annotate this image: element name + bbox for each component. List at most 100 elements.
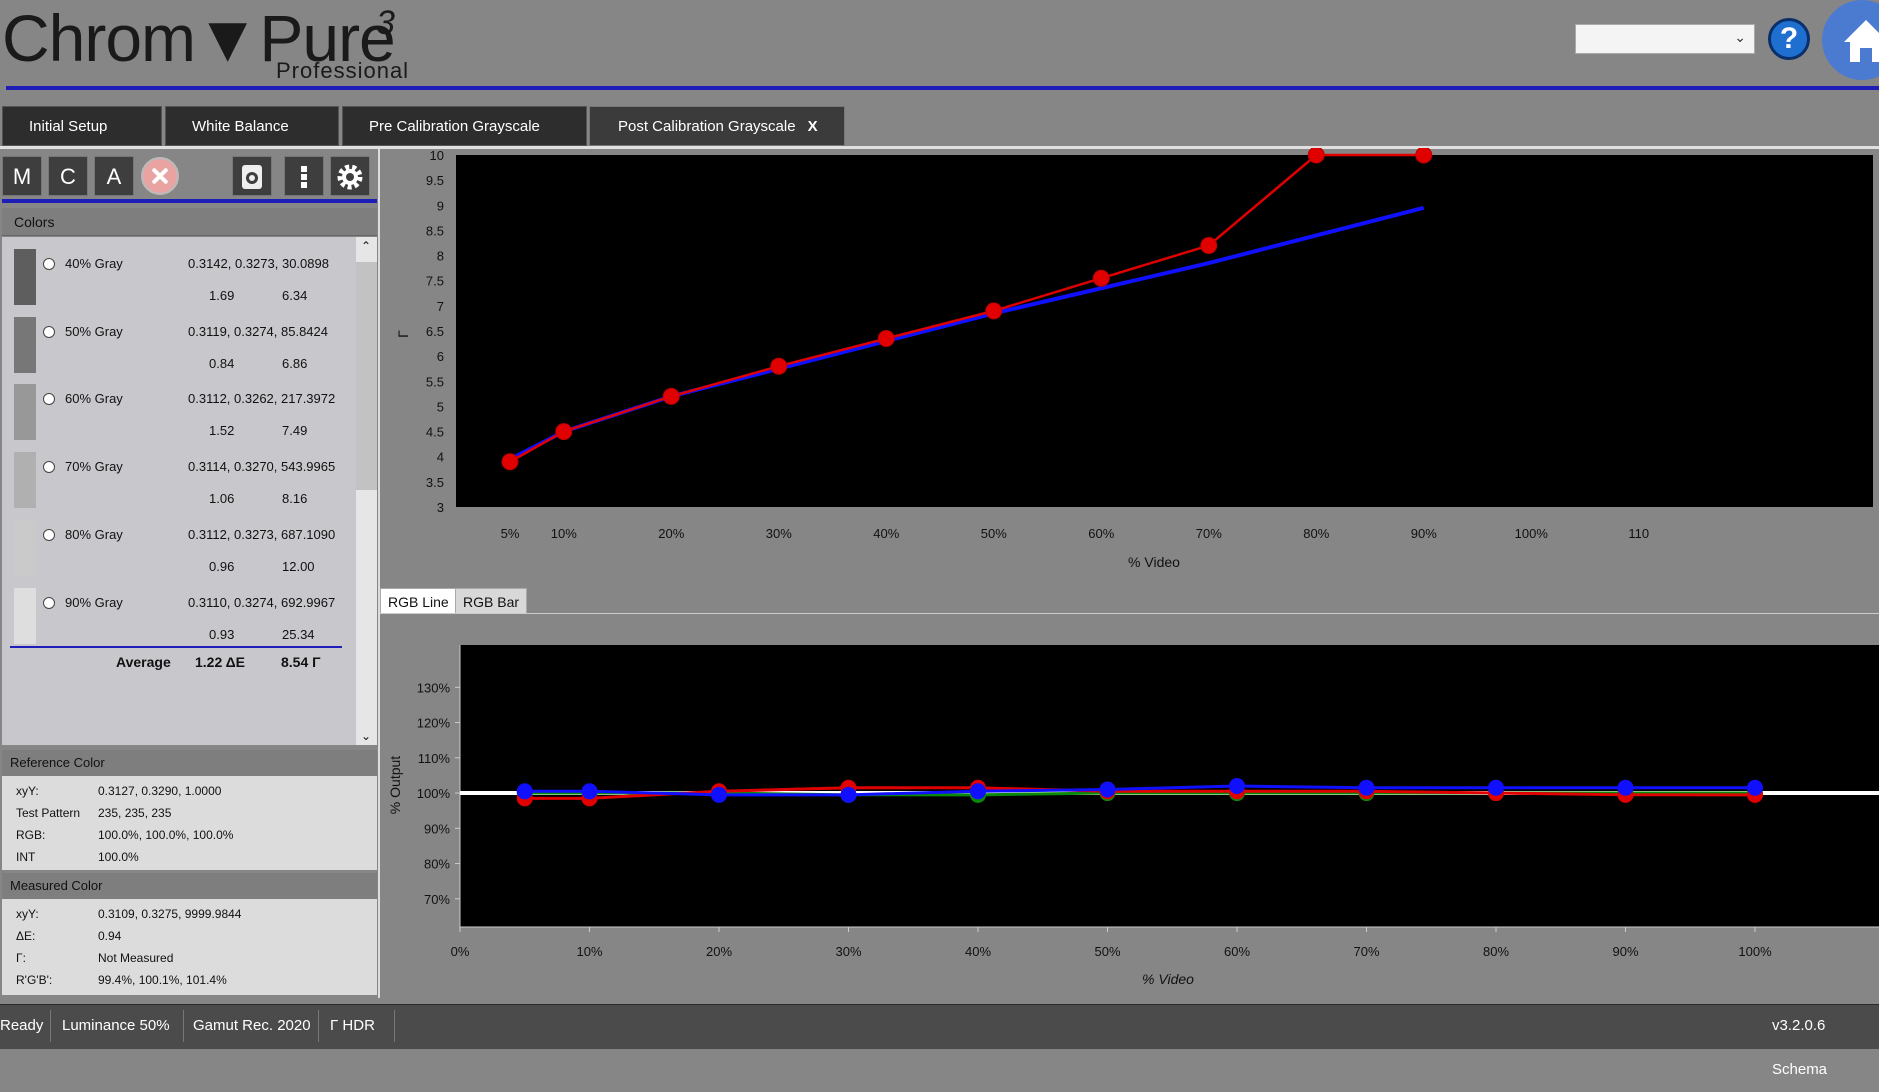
tab-white-balance[interactable]: White Balance: [165, 106, 339, 146]
reference-color-panel: xyY: 0.3127, 0.3290, 1.0000 Test Pattern…: [2, 776, 377, 870]
gear-icon: [337, 164, 363, 190]
y-tick-label: 3: [437, 500, 444, 515]
subtab-divider: [380, 613, 1879, 614]
data-point: [1415, 148, 1433, 164]
ref-value: 100.0%, 100.0%, 100.0%: [98, 828, 234, 842]
x-tick-label: 20%: [658, 526, 684, 541]
row-delta-e: 1.69: [209, 288, 235, 303]
row-name: 50% Gray: [65, 323, 123, 339]
x-tick-label: 60%: [1224, 944, 1250, 959]
x-tick-label: 40%: [873, 526, 899, 541]
y-tick-label: 6: [437, 349, 444, 364]
y-tick-label: 5: [437, 399, 444, 414]
meter-button[interactable]: [232, 156, 272, 196]
scroll-down-icon[interactable]: ⌄: [361, 729, 371, 743]
y-tick-label: 90%: [424, 821, 450, 836]
tab-pre-calibration-grayscale[interactable]: Pre Calibration Grayscale: [342, 106, 587, 146]
x-axis-label: % Video: [1128, 554, 1180, 570]
colors-panel-header: Colors: [2, 208, 377, 236]
question-icon: ?: [1779, 22, 1799, 55]
status-ready: Ready: [0, 1017, 44, 1034]
row-radio-button[interactable]: [43, 325, 55, 338]
scrollbar-thumb[interactable]: [356, 262, 377, 490]
x-tick-label: 50%: [981, 526, 1007, 541]
row-delta-e: 1.06: [209, 491, 235, 507]
row-delta-e: 0.84: [209, 355, 235, 371]
settings-button[interactable]: [330, 156, 370, 196]
row-radio-button[interactable]: [43, 393, 55, 406]
y-tick-label: 120%: [417, 716, 451, 731]
y-tick-label: 130%: [417, 680, 451, 695]
status-gamma: Γ HDR: [330, 1017, 375, 1034]
more-vertical-icon: [301, 166, 307, 188]
header-divider: [6, 86, 1879, 90]
meas-value: 0.94: [98, 929, 122, 943]
row-gamma: 8.16: [282, 491, 308, 507]
y-axis-label: Γ: [395, 330, 411, 338]
y-tick-label: 8.5: [426, 223, 444, 238]
continuous-mode-button[interactable]: C: [48, 156, 88, 196]
x-tick-label: 90%: [1411, 526, 1437, 541]
x-tick-label: 100%: [1738, 944, 1772, 959]
data-point: [1488, 779, 1504, 796]
x-tick-label: 5%: [501, 526, 520, 541]
x-tick-label: 70%: [1196, 526, 1222, 541]
plot-area: [460, 645, 1879, 927]
stop-button[interactable]: [140, 156, 180, 196]
ref-label: INT: [16, 850, 36, 864]
meas-value: 99.4%, 100.1%, 101.4%: [98, 973, 227, 987]
y-tick-label: 100%: [417, 786, 451, 801]
tab-initial-setup[interactable]: Initial Setup: [2, 106, 162, 146]
meas-value: Not Measured: [98, 951, 174, 965]
row-gamma: 12.00: [282, 558, 315, 574]
help-button[interactable]: ?: [1768, 18, 1810, 60]
x-tick-label: 30%: [835, 944, 861, 959]
status-divider: [50, 1010, 51, 1042]
row-delta-e: 0.93: [209, 626, 235, 642]
color-swatch: [14, 587, 36, 644]
x-tick-label: 50%: [1094, 944, 1120, 959]
y-axis-label: % Output: [387, 756, 403, 814]
more-options-button[interactable]: [284, 156, 324, 196]
row-xyy: 0.3119, 0.3274, 85.8424: [188, 323, 328, 339]
row-gamma: 6.86: [282, 355, 308, 371]
measured-color-header: Measured Color: [2, 873, 377, 899]
average-de: 1.22 ΔE: [195, 654, 246, 670]
tab-post-calibration-grayscale[interactable]: Post Calibration Grayscale X: [589, 106, 845, 146]
row-radio-button[interactable]: [43, 461, 55, 474]
app-logo-version: 3: [376, 4, 395, 42]
tab-close-button[interactable]: X: [808, 118, 818, 135]
x-tick-label: 10%: [551, 526, 577, 541]
scroll-up-icon[interactable]: ⌃: [361, 239, 371, 253]
profile-select[interactable]: ⌄: [1575, 24, 1755, 54]
gamma-chart: 3 3.5 4 4.5 5 5.5 6 6.5 7 7.5 8 8.5 9 9.5 10 5% 10% 20% 30…: [395, 148, 1873, 570]
color-swatch: [14, 316, 36, 373]
x-tick-label: 0%: [451, 944, 470, 959]
average-divider: [10, 646, 342, 648]
data-point: [711, 786, 727, 803]
data-point: [1747, 779, 1763, 796]
home-button[interactable]: [1822, 0, 1879, 80]
manual-mode-button[interactable]: M: [2, 156, 42, 196]
data-point: [1617, 779, 1634, 796]
row-xyy: 0.3112, 0.3262, 217.3972: [188, 391, 336, 407]
x-tick-label: 70%: [1353, 944, 1379, 959]
auto-mode-button[interactable]: A: [94, 156, 134, 196]
y-tick-label: 8: [437, 249, 444, 264]
color-swatch: [14, 452, 36, 509]
row-xyy: 0.3114, 0.3270, 543.9965: [188, 459, 336, 475]
row-radio-button[interactable]: [43, 528, 55, 541]
row-radio-button[interactable]: [43, 258, 55, 270]
tab-rgb-bar[interactable]: RGB Bar: [455, 588, 528, 614]
average-label: Average: [116, 654, 171, 670]
ref-label: Test Pattern: [16, 806, 81, 820]
x-tick-label: 80%: [1483, 944, 1509, 959]
row-radio-button[interactable]: [43, 596, 55, 609]
data-point: [985, 302, 1003, 320]
y-tick-label: 7.5: [426, 274, 444, 289]
data-point: [555, 423, 573, 441]
tab-rgb-line[interactable]: RGB Line: [380, 588, 457, 614]
y-tick-label: 70%: [424, 892, 450, 907]
rgb-balance-chart: 70% 80% 90% 100% 110% 120% 130% 0% 10% 20% 30% 40% 5…: [387, 645, 1879, 987]
row-delta-e: 0.96: [209, 558, 235, 574]
